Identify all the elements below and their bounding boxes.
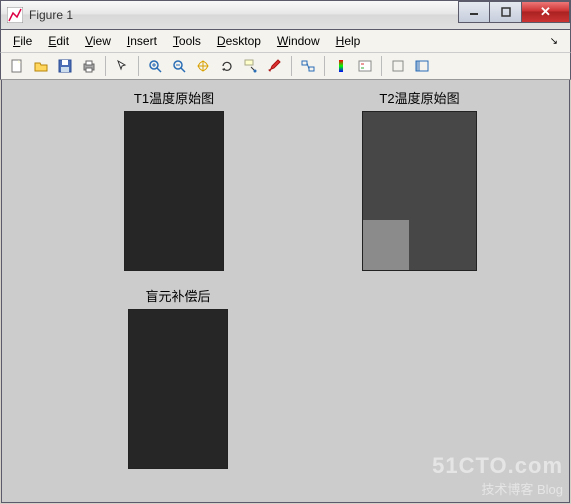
dock-toggle-icon[interactable]: ↘ [544, 34, 564, 49]
toolbar-sep [105, 56, 106, 76]
watermark-line1: 51CTO.com [432, 453, 563, 479]
open-icon[interactable] [30, 55, 52, 77]
toolbar-sep [381, 56, 382, 76]
image-t1 [124, 111, 224, 271]
watermark-line2: 技术博客 Blog [432, 479, 563, 498]
subplot-t1: T1温度原始图 [124, 88, 224, 271]
figure-canvas: T1温度原始图 T2温度原始图 盲元补偿后 51CTO.com 技术博客 Blo… [1, 80, 570, 503]
subplot-title: 盲元补偿后 [128, 286, 228, 305]
app-icon [7, 7, 23, 23]
image-t2-patch [363, 220, 409, 270]
zoom-in-icon[interactable] [144, 55, 166, 77]
image-t2 [362, 111, 477, 271]
window-controls: ✕ [458, 1, 570, 29]
menu-edit[interactable]: Edit [42, 32, 75, 50]
toolbar-sep [324, 56, 325, 76]
subplot-comp: 盲元补偿后 [128, 286, 228, 469]
dock-icon[interactable] [411, 55, 433, 77]
rotate-icon[interactable] [216, 55, 238, 77]
pan-icon[interactable] [192, 55, 214, 77]
zoom-out-icon[interactable] [168, 55, 190, 77]
menu-view[interactable]: View [79, 32, 117, 50]
toolbar-sep [291, 56, 292, 76]
new-icon[interactable] [6, 55, 28, 77]
menu-insert[interactable]: Insert [121, 32, 163, 50]
save-icon[interactable] [54, 55, 76, 77]
close-button[interactable]: ✕ [522, 1, 570, 23]
menubar: File Edit View Insert Tools Desktop Wind… [0, 30, 571, 52]
legend-icon[interactable] [354, 55, 376, 77]
menu-help[interactable]: Help [330, 32, 367, 50]
toolbar [0, 52, 571, 80]
link-icon[interactable] [297, 55, 319, 77]
image-comp [128, 309, 228, 469]
datacursor-icon[interactable] [240, 55, 262, 77]
window-title: Figure 1 [29, 8, 458, 22]
print-icon[interactable] [78, 55, 100, 77]
brush-icon[interactable] [264, 55, 286, 77]
minimize-button[interactable] [458, 1, 490, 23]
arrow-icon[interactable] [111, 55, 133, 77]
titlebar: Figure 1 ✕ [0, 0, 571, 30]
maximize-button[interactable] [490, 1, 522, 23]
watermark: 51CTO.com 技术博客 Blog [432, 453, 563, 498]
colorbar-icon[interactable] [330, 55, 352, 77]
menu-window[interactable]: Window [271, 32, 326, 50]
toolbar-sep [138, 56, 139, 76]
subplot-title: T1温度原始图 [124, 88, 224, 107]
subplot-title: T2温度原始图 [362, 88, 477, 107]
menu-file[interactable]: File [7, 32, 38, 50]
subplot-t2: T2温度原始图 [362, 88, 477, 271]
menu-desktop[interactable]: Desktop [211, 32, 267, 50]
hide-tools-icon[interactable] [387, 55, 409, 77]
menu-tools[interactable]: Tools [167, 32, 207, 50]
